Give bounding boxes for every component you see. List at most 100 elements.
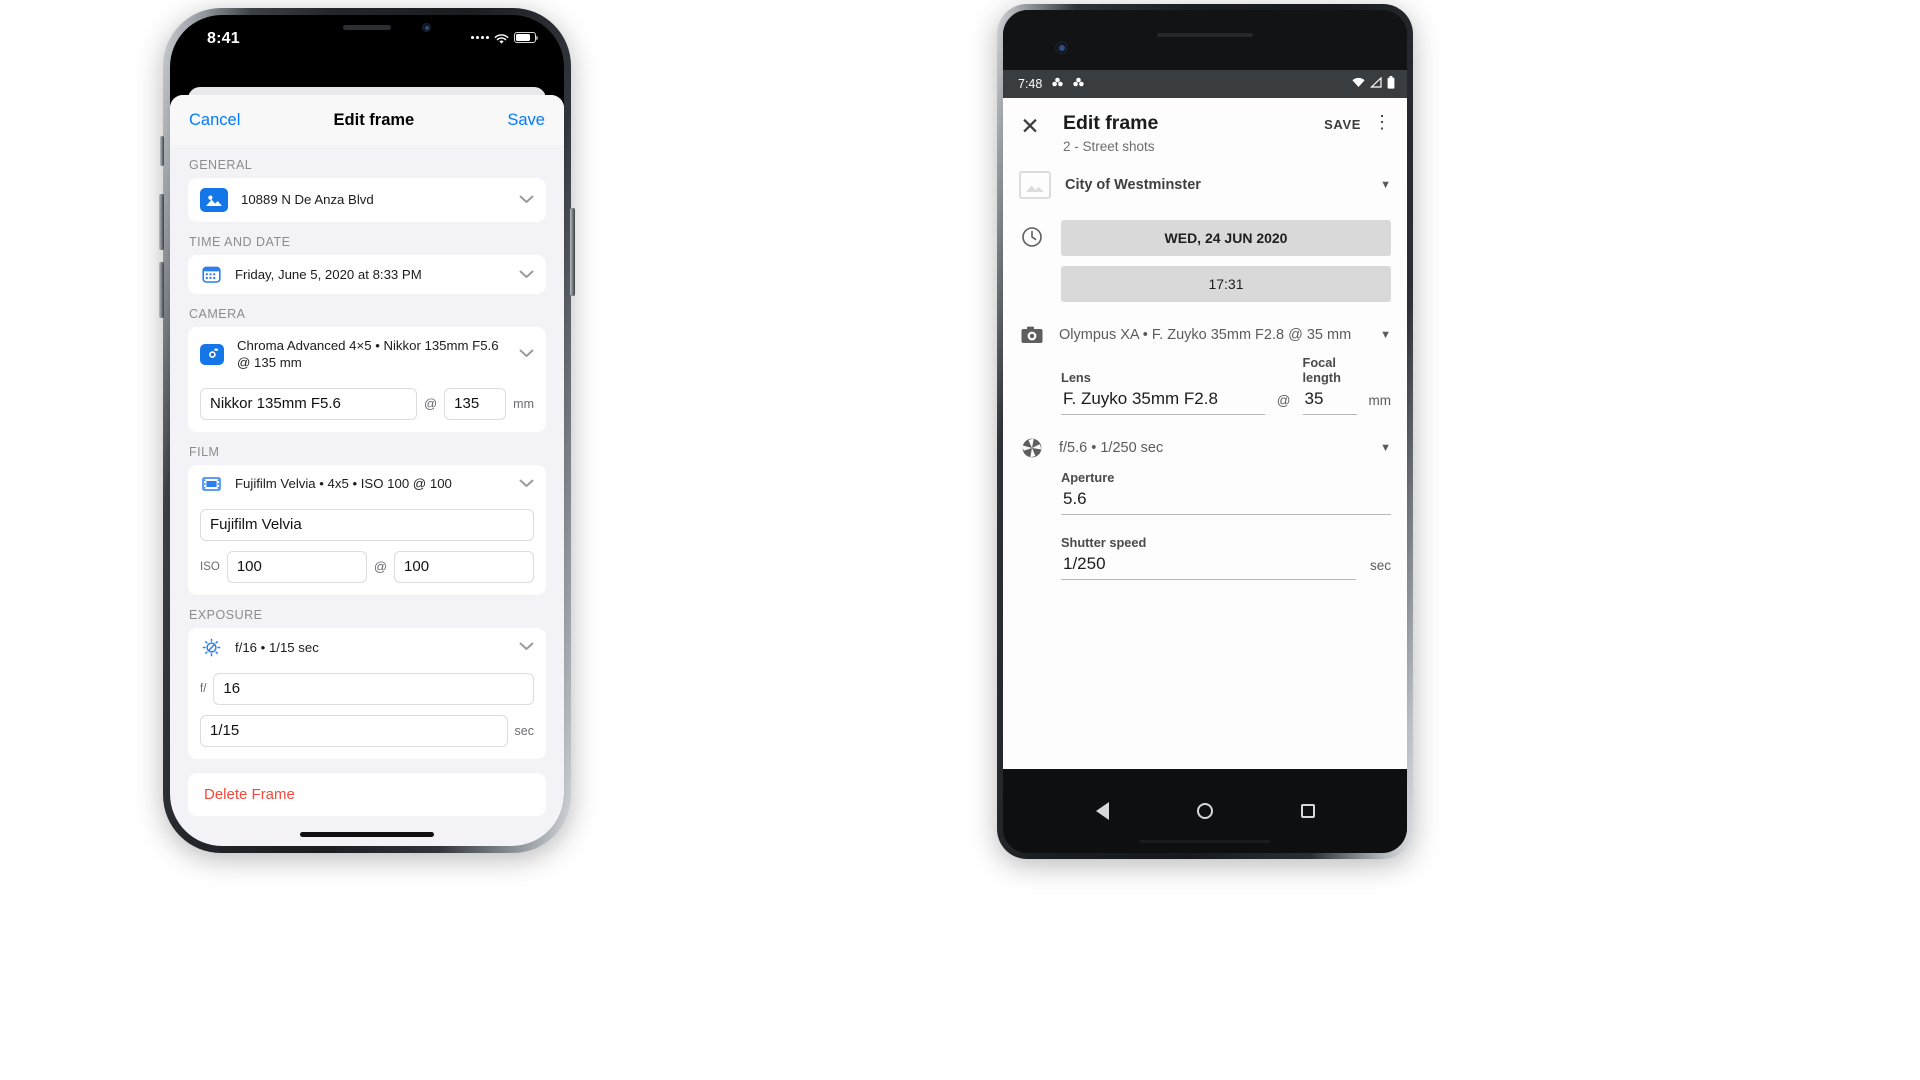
focal-length-input[interactable]: 135 bbox=[444, 387, 507, 420]
exposure-fields: Aperture 5.6 Shutter speed 1/250 sec bbox=[1003, 466, 1407, 580]
location-row[interactable]: City of Westminster ▼ bbox=[1003, 164, 1407, 206]
exposure-summary-row[interactable]: f/16 • 1/15 sec bbox=[188, 628, 546, 667]
aperture-icon bbox=[1019, 437, 1045, 459]
aperture-label: Aperture bbox=[1061, 470, 1115, 485]
shutter-speed-input[interactable]: 1/250 bbox=[1061, 550, 1356, 580]
back-triangle-icon[interactable] bbox=[1095, 802, 1109, 820]
shutter-unit-label: sec bbox=[1369, 558, 1391, 573]
time-chip[interactable]: 17:31 bbox=[1061, 266, 1391, 302]
chevron-down-icon[interactable]: ▼ bbox=[1380, 179, 1391, 191]
fstop-input[interactable]: 16 bbox=[213, 672, 534, 705]
at-separator: @ bbox=[1276, 393, 1291, 408]
status-left-group: 7:48 bbox=[1018, 77, 1085, 91]
location-value: City of Westminster bbox=[1065, 177, 1201, 193]
at-separator: @ bbox=[423, 396, 438, 412]
edit-frame-sheet: Cancel Edit frame Save GENERAL 10889 N D… bbox=[170, 95, 564, 846]
clock-icon bbox=[1021, 226, 1043, 253]
focal-unit-label: mm bbox=[513, 396, 534, 411]
lens-name-input[interactable]: F. Zuyko 35mm F2.8 bbox=[1061, 385, 1265, 415]
iphone-volume-up-button[interactable] bbox=[159, 194, 164, 250]
front-camera-icon bbox=[1055, 41, 1068, 54]
section-header-camera: CAMERA bbox=[189, 307, 246, 321]
image-placeholder-icon bbox=[1019, 171, 1051, 199]
camera-icon bbox=[200, 343, 224, 365]
wifi-icon bbox=[494, 32, 509, 44]
exposure-summary-value: f/16 • 1/15 sec bbox=[235, 639, 319, 655]
datetime-value: Friday, June 5, 2020 at 8:33 PM bbox=[235, 266, 422, 282]
chevron-down-icon[interactable] bbox=[519, 345, 534, 363]
film-summary-row[interactable]: Fujifilm Velvia • 4x5 • ISO 100 @ 100 bbox=[188, 465, 546, 503]
signal-dots-icon bbox=[471, 36, 489, 39]
iphone-power-button[interactable] bbox=[570, 208, 575, 296]
film-iso-field-row: ISO 100 @ 100 bbox=[188, 545, 546, 595]
iphone-notch bbox=[281, 15, 453, 42]
wifi-icon bbox=[1352, 77, 1365, 91]
date-chip[interactable]: WED, 24 JUN 2020 bbox=[1061, 220, 1391, 256]
home-indicator[interactable] bbox=[300, 832, 434, 837]
iphone-volume-down-button[interactable] bbox=[159, 262, 164, 318]
camera-fields: Lens F. Zuyko 35mm F2.8 @ Focal length 3… bbox=[1003, 351, 1407, 415]
camera-summary-row[interactable]: Chroma Advanced 4×5 • Nikkor 135mm F5.6 … bbox=[188, 327, 546, 382]
shutter-field-row: 1/15 sec bbox=[188, 709, 546, 759]
calendar-icon bbox=[200, 265, 222, 284]
focal-length-input[interactable]: 35 bbox=[1302, 385, 1357, 415]
aperture-input[interactable]: 5.6 bbox=[1061, 485, 1391, 515]
film-card: Fujifilm Velvia • 4x5 • ISO 100 @ 100 Fu… bbox=[188, 464, 546, 595]
iphone-screen: 8:41 Cancel Edit frame Save GENERAL 1088… bbox=[170, 15, 564, 846]
lens-label: Lens bbox=[1061, 370, 1091, 385]
page-title: Edit frame bbox=[333, 110, 415, 129]
camera-card: Chroma Advanced 4×5 • Nikkor 135mm F5.6 … bbox=[188, 327, 546, 432]
ios-status-time: 8:41 bbox=[207, 30, 240, 47]
chevron-down-icon[interactable] bbox=[519, 266, 534, 284]
save-button[interactable]: SAVE bbox=[1324, 112, 1361, 132]
photo-icon bbox=[200, 188, 228, 212]
delete-frame-button[interactable]: Delete Frame bbox=[188, 772, 546, 816]
chevron-down-icon[interactable] bbox=[519, 475, 534, 493]
chevron-down-icon[interactable]: ▼ bbox=[1380, 442, 1391, 454]
lens-name-input[interactable]: Nikkor 135mm F5.6 bbox=[200, 387, 417, 420]
film-summary-value: Fujifilm Velvia • 4x5 • ISO 100 @ 100 bbox=[235, 476, 452, 492]
iso-label: ISO bbox=[200, 560, 220, 573]
chevron-down-icon[interactable]: ▼ bbox=[1380, 329, 1391, 341]
fstop-label: f/ bbox=[200, 682, 207, 695]
bottom-speaker-grille bbox=[1140, 840, 1270, 843]
datetime-row[interactable]: Friday, June 5, 2020 at 8:33 PM bbox=[188, 255, 546, 294]
chevron-down-icon[interactable] bbox=[519, 638, 534, 656]
film-icon bbox=[200, 476, 222, 492]
camera-summary-value: Chroma Advanced 4×5 • Nikkor 135mm F5.6 … bbox=[237, 338, 499, 371]
android-device: 7:48 ✕ Edit frame 2 - Street shots SAVE … bbox=[997, 4, 1413, 859]
earpiece-speaker bbox=[343, 25, 391, 30]
exposure-card: f/16 • 1/15 sec f/ 16 1/15 sec bbox=[188, 627, 546, 759]
earpiece-speaker bbox=[1157, 33, 1253, 37]
home-circle-icon[interactable] bbox=[1196, 803, 1213, 819]
focal-length-label: Focal length bbox=[1302, 355, 1341, 385]
app-icon bbox=[1073, 77, 1085, 91]
shutter-speed-input[interactable]: 1/15 bbox=[200, 714, 508, 747]
datetime-block: WED, 24 JUN 2020 17:31 bbox=[1003, 206, 1407, 308]
location-row[interactable]: 10889 N De Anza Blvd bbox=[188, 178, 546, 222]
camera-summary-row[interactable]: Olympus XA • F. Zuyko 35mm F2.8 @ 35 mm … bbox=[1003, 308, 1407, 351]
save-button[interactable]: Save bbox=[507, 111, 545, 130]
ios-status-icons bbox=[471, 32, 539, 44]
camera-lens-fields: Nikkor 135mm F5.6 @ 135 mm bbox=[188, 382, 546, 432]
more-vert-icon[interactable]: ⋮ bbox=[1371, 112, 1393, 131]
ios-navigation-bar: Cancel Edit frame Save bbox=[170, 95, 564, 145]
recents-square-icon[interactable] bbox=[1300, 804, 1315, 818]
iso-input[interactable]: 100 bbox=[226, 550, 367, 583]
ios-form-body: GENERAL 10889 N De Anza Blvd TIME AND DA… bbox=[170, 145, 564, 816]
iphone-silent-switch[interactable] bbox=[160, 136, 164, 166]
location-value: 10889 N De Anza Blvd bbox=[241, 192, 374, 208]
time-date-card: Friday, June 5, 2020 at 8:33 PM bbox=[188, 255, 546, 294]
clock-icon-wrap bbox=[1003, 214, 1061, 253]
at-separator: @ bbox=[373, 559, 388, 575]
exposure-summary-row[interactable]: f/5.6 • 1/250 sec ▼ bbox=[1003, 415, 1407, 466]
close-icon[interactable]: ✕ bbox=[1017, 112, 1043, 138]
iso-push-input[interactable]: 100 bbox=[394, 550, 535, 583]
signal-icon bbox=[1369, 76, 1382, 91]
chevron-down-icon[interactable] bbox=[519, 191, 534, 209]
android-screen: 7:48 ✕ Edit frame 2 - Street shots SAVE … bbox=[1003, 10, 1407, 853]
camera-icon bbox=[1019, 326, 1045, 344]
film-name-input[interactable]: Fujifilm Velvia bbox=[200, 508, 534, 541]
shutter-speed-label: Shutter speed bbox=[1061, 535, 1147, 550]
cancel-button[interactable]: Cancel bbox=[189, 111, 240, 130]
